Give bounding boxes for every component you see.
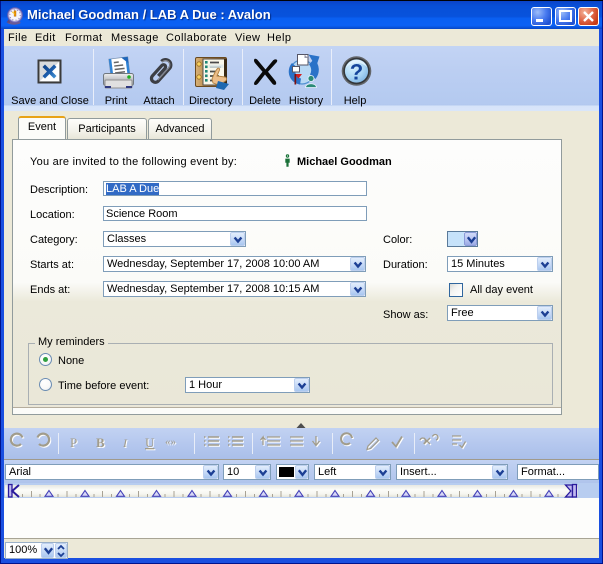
svg-text:U: U <box>145 435 155 450</box>
svg-text:«»: «» <box>165 436 176 448</box>
svg-text:P: P <box>70 435 77 450</box>
svg-text:B: B <box>96 435 105 450</box>
svg-text:?: ? <box>350 60 363 85</box>
